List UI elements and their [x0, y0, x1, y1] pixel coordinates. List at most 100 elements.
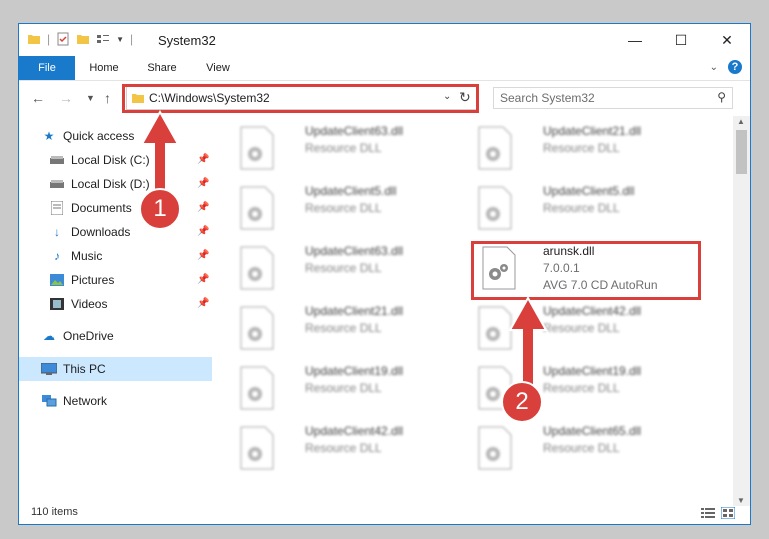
file-item[interactable]: UpdateClient42.dll Resource DLL [473, 300, 693, 354]
toolbar-divider: | [130, 32, 134, 46]
tab-file[interactable]: File [19, 56, 75, 80]
file-name: UpdateClient19.dll [543, 364, 642, 378]
sidebar-item-label: Quick access [63, 129, 135, 143]
dll-file-icon [240, 186, 274, 230]
file-item[interactable]: UpdateClient21.dll Resource DLL [235, 300, 455, 354]
dll-file-icon [240, 306, 274, 350]
file-name: UpdateClient21.dll [305, 304, 404, 318]
file-item[interactable]: UpdateClient19.dll Resource DLL [235, 360, 455, 414]
sidebar-item-pictures[interactable]: Pictures [49, 269, 114, 291]
file-item[interactable]: UpdateClient5.dll Resource DLL [473, 180, 693, 234]
tab-view[interactable]: View [193, 56, 243, 80]
expand-ribbon-icon[interactable]: ⌄ [710, 62, 718, 73]
new-folder-icon[interactable] [76, 32, 90, 46]
recent-locations-icon[interactable]: ▼ [86, 93, 95, 103]
step-badge-1: 1 [139, 188, 181, 230]
videos-icon [49, 296, 65, 312]
sidebar-item-documents[interactable]: Documents [49, 197, 132, 219]
title-bar: | ▼ | System32 — ☐ ✕ [19, 24, 750, 56]
file-type: Resource DLL [543, 201, 620, 215]
sidebar-item-local-disk-c[interactable]: Local Disk (C:) [49, 149, 150, 171]
help-icon[interactable]: ? [728, 60, 742, 74]
folder-icon[interactable] [27, 32, 41, 46]
sidebar-item-label: Documents [71, 201, 132, 215]
file-type: Resource DLL [305, 141, 382, 155]
sidebar-item-downloads[interactable]: ↓ Downloads [49, 221, 130, 243]
sidebar-item-label: OneDrive [63, 329, 114, 343]
sidebar-item-local-disk-d[interactable]: Local Disk (D:) [49, 173, 150, 195]
item-count: 110 items [31, 506, 78, 518]
pin-icon[interactable]: 📌 [197, 250, 209, 261]
arrow-2-icon [508, 296, 548, 390]
drive-icon [49, 152, 65, 168]
sidebar-item-onedrive[interactable]: ☁ OneDrive [41, 325, 114, 347]
step-badge-2: 2 [501, 381, 543, 423]
sidebar-item-videos[interactable]: Videos [49, 293, 107, 315]
pin-icon[interactable]: 📌 [197, 178, 209, 189]
pictures-icon [49, 272, 65, 288]
forward-arrow-icon[interactable]: → [59, 90, 73, 106]
file-item[interactable]: UpdateClient63.dll Resource DLL [235, 120, 455, 174]
pin-icon[interactable]: 📌 [197, 274, 209, 285]
file-type: Resource DLL [305, 201, 382, 215]
properties-icon[interactable] [56, 32, 70, 46]
dll-file-icon [240, 426, 274, 470]
tab-share[interactable]: Share [137, 56, 187, 80]
back-arrow-icon[interactable]: ← [31, 90, 45, 106]
file-type: Resource DLL [543, 381, 620, 395]
network-icon [41, 393, 57, 409]
pin-icon[interactable]: 📌 [197, 202, 209, 213]
file-type: Resource DLL [305, 261, 382, 275]
details-view-icon[interactable] [701, 507, 715, 519]
file-item[interactable]: UpdateClient65.dll Resource DLL [473, 420, 693, 474]
toolbar-dropdown-icon[interactable]: ▼ [116, 35, 124, 44]
file-item[interactable]: UpdateClient63.dll Resource DLL [235, 240, 455, 294]
quick-access-toolbar: | ▼ | [27, 32, 133, 46]
vertical-scrollbar[interactable]: ▲ ▼ [733, 116, 750, 506]
close-button[interactable]: ✕ [704, 24, 750, 56]
file-name: UpdateClient42.dll [305, 424, 404, 438]
customize-toolbar-icon[interactable] [96, 32, 110, 46]
pin-icon[interactable]: 📌 [197, 226, 209, 237]
window-controls: — ☐ ✕ [612, 24, 750, 56]
window-title: System32 [158, 33, 216, 48]
cloud-icon: ☁ [43, 329, 55, 343]
file-type: Resource DLL [543, 141, 620, 155]
file-type: Resource DLL [305, 321, 382, 335]
dll-file-icon [240, 246, 274, 290]
sidebar-item-label: Pictures [71, 273, 115, 287]
sidebar-item-quick-access[interactable]: ★ Quick access [41, 125, 135, 147]
up-arrow-icon[interactable]: ↑ [104, 90, 111, 106]
file-item[interactable]: UpdateClient5.dll Resource DLL [235, 180, 455, 234]
file-name: UpdateClient42.dll [543, 304, 642, 318]
tab-home[interactable]: Home [79, 56, 129, 80]
computer-icon [41, 361, 57, 377]
music-note-icon: ♪ [54, 249, 60, 263]
large-icons-view-icon[interactable] [721, 507, 735, 519]
file-name: UpdateClient65.dll [543, 424, 642, 438]
sidebar-item-this-pc[interactable]: This PC [41, 358, 106, 380]
arrow-1-icon [140, 110, 180, 199]
sidebar-item-music[interactable]: ♪ Music [49, 245, 102, 267]
status-bar: 110 items [19, 502, 750, 524]
search-placeholder: Search System32 [500, 91, 595, 105]
scroll-up-icon[interactable]: ▲ [737, 117, 745, 126]
minimize-button[interactable]: — [612, 24, 658, 56]
file-name: UpdateClient19.dll [305, 364, 404, 378]
file-item[interactable]: UpdateClient21.dll Resource DLL [473, 120, 693, 174]
ribbon-right: ⌄ ? [710, 60, 742, 74]
address-highlight-box [122, 84, 479, 113]
toolbar-divider: | [47, 32, 51, 46]
file-item[interactable]: UpdateClient42.dll Resource DLL [235, 420, 455, 474]
pin-icon[interactable]: 📌 [197, 154, 209, 165]
sidebar-item-network[interactable]: Network [41, 390, 107, 412]
sidebar-item-label: Videos [71, 297, 108, 311]
star-icon: ★ [43, 129, 55, 143]
pin-icon[interactable]: 📌 [197, 298, 209, 309]
file-name: UpdateClient5.dll [543, 184, 635, 198]
dll-file-icon [240, 126, 274, 170]
search-box[interactable]: Search System32 ⚲ [493, 87, 733, 109]
maximize-button[interactable]: ☐ [658, 24, 704, 56]
sidebar-item-label: This PC [63, 362, 106, 376]
scrollbar-thumb[interactable] [736, 130, 747, 174]
